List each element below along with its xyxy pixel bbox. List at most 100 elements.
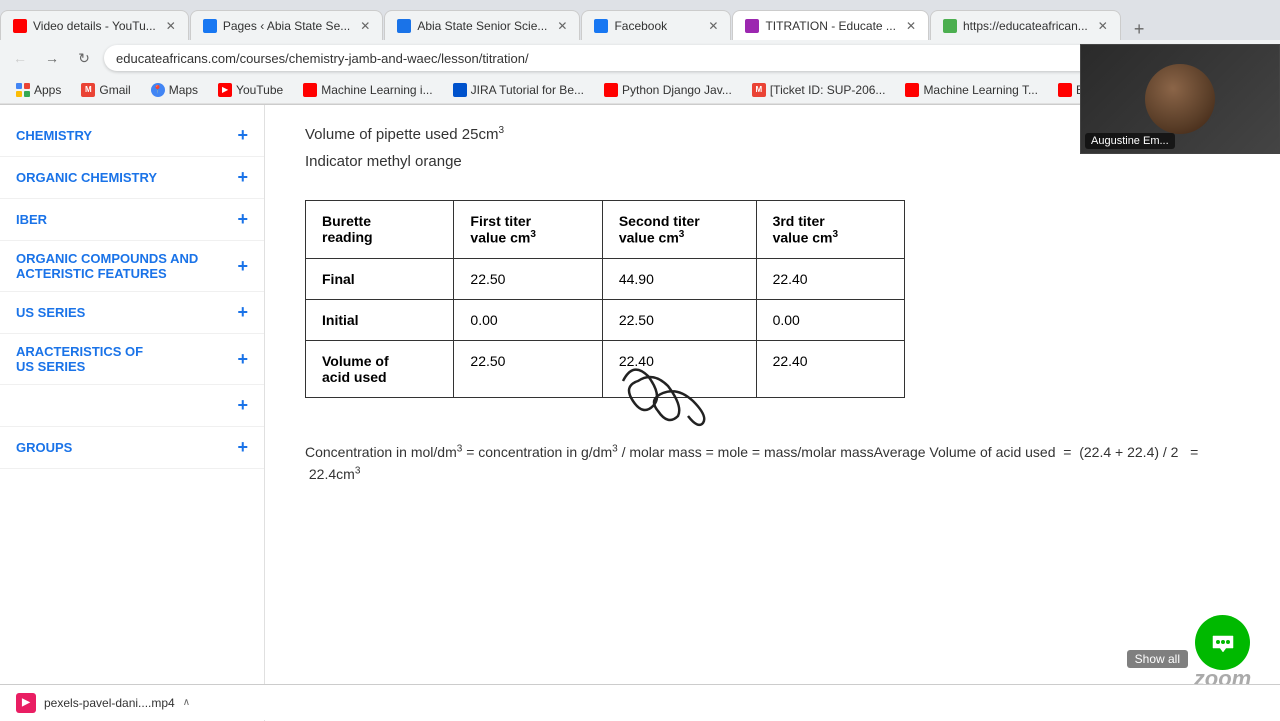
sidebar-chemistry-plus[interactable]: + [237, 125, 248, 146]
ml1-icon [303, 83, 317, 97]
table-row-initial: Initial 0.00 22.50 0.00 [306, 299, 905, 340]
cell-initial-col1: 0.00 [454, 299, 602, 340]
sidebar-organic-compounds-plus[interactable]: + [237, 256, 248, 277]
table-container: Burettereading First titervalue cm3 Seco… [305, 180, 905, 418]
sidebar-characteristics-label: ARACTERISTICS OFUS SERIES [16, 344, 143, 374]
tab-abia1[interactable]: Pages ‹ Abia State Se... ✕ [190, 10, 383, 40]
bookmark-maps[interactable]: 📍 Maps [143, 81, 206, 99]
sidebar-iber-plus[interactable]: + [237, 209, 248, 230]
sidebar-item-chemistry[interactable]: CHEMISTRY + [0, 115, 264, 157]
show-all-button[interactable]: Show all [1127, 650, 1188, 668]
video-person: Augustine Em... [1081, 45, 1279, 153]
cell-final-label: Final [306, 258, 454, 299]
zoom-button[interactable] [1195, 615, 1250, 670]
bookmark-youtube-label: YouTube [236, 83, 283, 97]
sidebar-item-empty[interactable]: + [0, 385, 264, 427]
header-third-titer: 3rd titervalue cm3 [756, 201, 904, 259]
zoom-widget: zoom [1195, 615, 1250, 670]
bookmark-apps[interactable]: Apps [8, 81, 69, 99]
bookmark-ml1-label: Machine Learning i... [321, 83, 432, 97]
download-file: ▶ pexels-pavel-dani....mp4 ∧ [16, 693, 190, 713]
bookmark-ml2-label: Machine Learning T... [923, 83, 1038, 97]
tab-youtube[interactable]: Video details - YouTu... ✕ [0, 10, 189, 40]
cell-volume-label: Volume ofacid used [306, 340, 454, 397]
back-button[interactable]: ← [8, 46, 32, 70]
tab-close-abia1[interactable]: ✕ [360, 19, 370, 33]
cell-final-col3: 22.40 [756, 258, 904, 299]
download-chevron[interactable]: ∧ [183, 697, 190, 708]
jira-icon [453, 83, 467, 97]
tab-title-titration: TITRATION - Educate ... [765, 19, 895, 33]
address-input[interactable] [104, 45, 1208, 71]
tab-title-educate: https://educateafrican... [963, 19, 1088, 33]
tab-close-abia2[interactable]: ✕ [557, 19, 567, 33]
tab-close-educate[interactable]: ✕ [1098, 19, 1108, 33]
zoom-icon [1208, 628, 1238, 658]
download-filename: pexels-pavel-dani....mp4 [44, 696, 175, 710]
bookmark-ml2[interactable]: Machine Learning T... [897, 81, 1046, 99]
main-content: Volume of pipette used 25cm3 Indicator m… [265, 105, 1280, 721]
bookmark-python[interactable]: Python Django Jav... [596, 81, 740, 99]
sidebar-item-us-series[interactable]: US SERIES + [0, 292, 264, 334]
cell-volume-col3: 22.40 [756, 340, 904, 397]
apps-icon [16, 83, 30, 97]
tab-facebook[interactable]: Facebook ✕ [581, 10, 731, 40]
tab-favicon-educate [943, 19, 957, 33]
sidebar-item-groups[interactable]: GROUPS + [0, 427, 264, 469]
tab-close-facebook[interactable]: ✕ [708, 19, 718, 33]
video-name-label: Augustine Em... [1085, 133, 1175, 149]
tab-titration[interactable]: TITRATION - Educate ... ✕ [732, 10, 929, 40]
python-icon [604, 83, 618, 97]
cell-final-col2: 44.90 [602, 258, 756, 299]
cell-initial-label: Initial [306, 299, 454, 340]
tab-favicon-abia2 [397, 19, 411, 33]
forward-button[interactable]: → [40, 46, 64, 70]
new-tab-button[interactable]: + [1122, 19, 1157, 40]
bookmark-ticket-label: [Ticket ID: SUP-206... [770, 83, 886, 97]
sidebar-groups-plus[interactable]: + [237, 437, 248, 458]
tab-favicon-youtube [13, 19, 27, 33]
sidebar-item-organic[interactable]: ORGANIC CHEMISTRY + [0, 157, 264, 199]
cell-initial-col3: 0.00 [756, 299, 904, 340]
sidebar-item-characteristics[interactable]: ARACTERISTICS OFUS SERIES + [0, 334, 264, 385]
header-first-titer: First titervalue cm3 [454, 201, 602, 259]
reload-button[interactable]: ↻ [72, 46, 96, 70]
bookmark-apps-label: Apps [34, 83, 61, 97]
ml2-icon [905, 83, 919, 97]
tab-close-youtube[interactable]: ✕ [166, 19, 176, 33]
titration-table: Burettereading First titervalue cm3 Seco… [305, 200, 905, 398]
bookmark-youtube[interactable]: ▶ YouTube [210, 81, 291, 99]
build-icon [1058, 83, 1072, 97]
sidebar-item-iber[interactable]: IBER + [0, 199, 264, 241]
bookmark-gmail[interactable]: M Gmail [73, 81, 138, 99]
bookmark-ticket[interactable]: M [Ticket ID: SUP-206... [744, 81, 894, 99]
cell-volume-col1: 22.50 [454, 340, 602, 397]
bookmark-python-label: Python Django Jav... [622, 83, 732, 97]
indicator-text: Indicator methyl orange [305, 153, 1240, 170]
tab-favicon-facebook [594, 19, 608, 33]
table-row-final: Final 22.50 44.90 22.40 [306, 258, 905, 299]
tab-abia2[interactable]: Abia State Senior Scie... ✕ [384, 10, 580, 40]
sidebar-item-organic-compounds[interactable]: ORGANIC COMPOUNDS ANDACTERISTIC FEATURES… [0, 241, 264, 292]
sidebar-us-series-plus[interactable]: + [237, 302, 248, 323]
cell-initial-col2: 22.50 [602, 299, 756, 340]
tab-close-titration[interactable]: ✕ [906, 19, 916, 33]
header-second-titer: Second titervalue cm3 [602, 201, 756, 259]
sidebar-organic-label: ORGANIC CHEMISTRY [16, 170, 157, 185]
sidebar-empty-plus[interactable]: + [237, 395, 248, 416]
bookmark-ml1[interactable]: Machine Learning i... [295, 81, 440, 99]
video-thumbnail: Augustine Em... [1080, 44, 1280, 154]
sidebar-us-series-label: US SERIES [16, 305, 85, 320]
cell-volume-col2: 22.40 [602, 340, 756, 397]
page-content: CHEMISTRY + ORGANIC CHEMISTRY + IBER + O… [0, 105, 1280, 721]
sidebar-iber-label: IBER [16, 212, 47, 227]
download-file-icon: ▶ [16, 693, 36, 713]
scribble-second-titer [613, 351, 733, 431]
bookmark-jira[interactable]: JIRA Tutorial for Be... [445, 81, 592, 99]
sidebar-organic-plus[interactable]: + [237, 167, 248, 188]
tab-educate[interactable]: https://educateafrican... ✕ [930, 10, 1121, 40]
tab-title-youtube: Video details - YouTu... [33, 19, 156, 33]
tab-favicon-abia1 [203, 19, 217, 33]
sidebar-characteristics-plus[interactable]: + [237, 349, 248, 370]
ticket-icon: M [752, 83, 766, 97]
